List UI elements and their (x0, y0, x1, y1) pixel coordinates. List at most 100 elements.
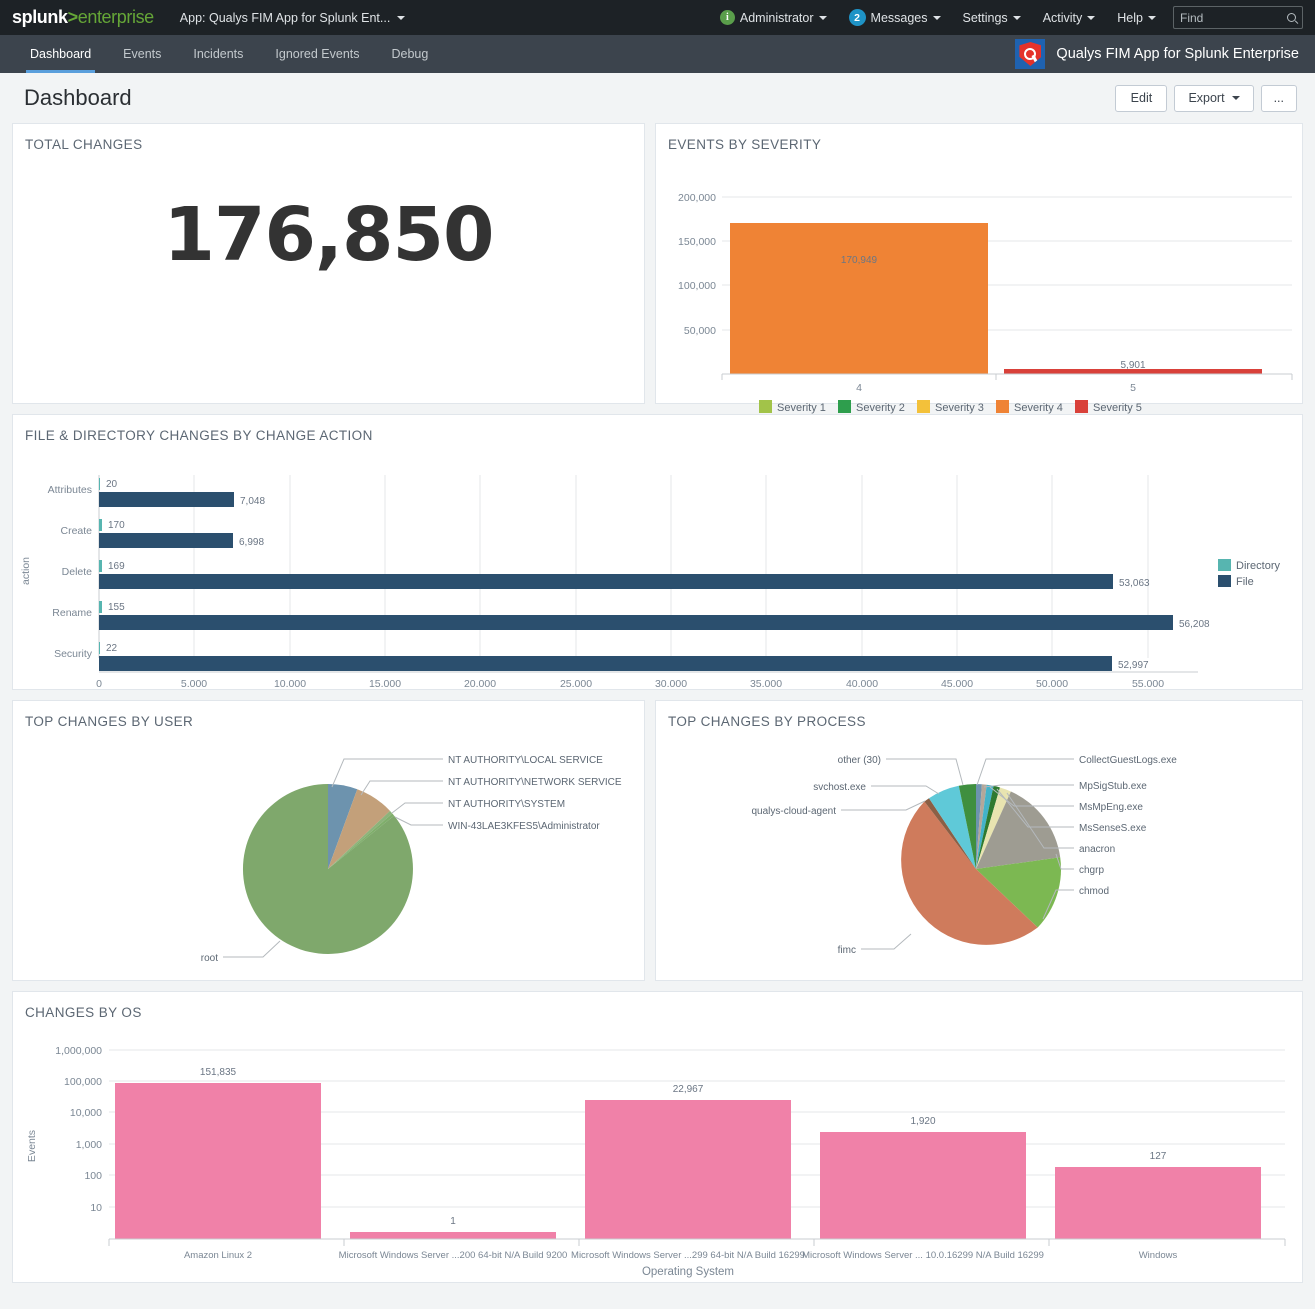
settings-menu[interactable]: Settings (952, 0, 1032, 35)
legend-label-severity-1[interactable]: Severity 1 (777, 402, 826, 414)
chart-file-directory-changes[interactable]: action Attributes 20 7,048 Create 170 6,… (13, 443, 1302, 687)
bar-amazon-linux-2[interactable] (115, 1083, 321, 1239)
page-header: Dashboard Edit Export ... (0, 73, 1315, 123)
qualys-logo-icon (1015, 39, 1045, 69)
bar-value-directory-security: 22 (106, 643, 118, 654)
xtick-10000: 10,000 (274, 678, 306, 687)
pie-label-network-service[interactable]: NT AUTHORITY\NETWORK SERVICE (448, 777, 622, 788)
nav-item-dashboard[interactable]: Dashboard (14, 35, 107, 73)
bar-value-windows-server-10-16299: 1,920 (910, 1116, 935, 1127)
pie-label-chgrp[interactable]: chgrp (1079, 865, 1104, 876)
legend-label-directory[interactable]: Directory (1236, 560, 1281, 572)
edit-label: Edit (1131, 91, 1153, 105)
pie-label-system[interactable]: NT AUTHORITY\SYSTEM (448, 799, 565, 810)
pie-label-root[interactable]: root (201, 953, 218, 964)
bar-file-security[interactable] (99, 656, 1112, 671)
bar-severity-4[interactable] (730, 223, 988, 374)
chart-top-changes-by-user[interactable]: NT AUTHORITY\LOCAL SERVICE NT AUTHORITY\… (13, 729, 644, 978)
ytick-10: 10 (90, 1202, 102, 1214)
xtick-50000: 50,000 (1036, 678, 1068, 687)
pie-label-mssenses[interactable]: MsSenseS.exe (1079, 823, 1147, 834)
chevron-down-icon (1087, 16, 1095, 20)
pie-label-collectguestlogs[interactable]: CollectGuestLogs.exe (1079, 755, 1177, 766)
nav-item-ignored-events[interactable]: Ignored Events (259, 35, 375, 73)
bar-windows[interactable] (1055, 1167, 1261, 1239)
chevron-down-icon (1148, 16, 1156, 20)
bar-value-directory-rename: 155 (108, 602, 125, 613)
bar-directory-create[interactable] (99, 519, 102, 531)
nav-item-events[interactable]: Events (107, 35, 177, 73)
xtick-20000: 20,000 (464, 678, 496, 687)
ytick-1000000: 1,000,000 (55, 1045, 102, 1057)
bar-value-file-delete: 53,063 (1119, 578, 1150, 589)
logo-splunk-text: splunk (12, 7, 68, 28)
find-placeholder-label: Find (1180, 11, 1203, 25)
ytick-50000: 50,000 (684, 325, 716, 337)
total-changes-value[interactable]: 176,850 (13, 192, 644, 278)
bar-directory-attributes[interactable] (99, 478, 100, 490)
ytick-delete: Delete (62, 566, 93, 578)
legend-label-severity-3[interactable]: Severity 3 (935, 402, 984, 414)
pie-label-msmpeng[interactable]: MsMpEng.exe (1079, 802, 1143, 813)
bar-value-file-rename: 56,208 (1179, 619, 1210, 630)
chevron-down-icon (933, 16, 941, 20)
bar-windows-server-9200[interactable] (350, 1232, 556, 1239)
nav-item-incidents[interactable]: Incidents (177, 35, 259, 73)
legend-swatch-severity-1 (759, 400, 772, 413)
activity-menu[interactable]: Activity (1032, 0, 1107, 35)
dashboard-row-4: CHANGES BY OS 1,000,000 100,000 10,000 1… (12, 991, 1303, 1283)
app-brand-label: Qualys FIM App for Splunk Enterprise (1056, 46, 1299, 62)
edit-button[interactable]: Edit (1115, 85, 1167, 112)
ytick-100000: 100,000 (64, 1076, 102, 1088)
bar-file-attributes[interactable] (99, 492, 234, 507)
bar-windows-server-16299-64bit[interactable] (585, 1100, 791, 1239)
pie-label-anacron[interactable]: anacron (1079, 844, 1115, 855)
legend-label-severity-5[interactable]: Severity 5 (1093, 402, 1142, 414)
pie-label-mpsigstub[interactable]: MpSigStub.exe (1079, 781, 1147, 792)
export-button[interactable]: Export (1174, 85, 1253, 112)
legend-label-file[interactable]: File (1236, 576, 1254, 588)
bar-value-severity-5: 5,901 (1120, 360, 1145, 371)
nav-item-debug[interactable]: Debug (376, 35, 445, 73)
bar-value-windows: 127 (1150, 1151, 1167, 1162)
pie-label-other[interactable]: other (30) (838, 755, 881, 766)
bar-file-create[interactable] (99, 533, 233, 548)
bar-value-file-attributes: 7,048 (240, 496, 265, 507)
bar-file-delete[interactable] (99, 574, 1113, 589)
xtick-35000: 35,000 (750, 678, 782, 687)
more-options-button[interactable]: ... (1261, 85, 1297, 112)
messages-count-badge: 2 (849, 9, 866, 26)
bar-file-rename[interactable] (99, 615, 1173, 630)
pie-label-fimc[interactable]: fimc (838, 945, 856, 956)
legend-label-severity-4[interactable]: Severity 4 (1014, 402, 1063, 414)
bar-value-file-create: 6,998 (239, 537, 264, 548)
chevron-down-icon (1013, 16, 1021, 20)
ytick-100000: 100,000 (678, 280, 716, 292)
nav-label: Dashboard (30, 47, 91, 61)
bar-windows-server-10-16299[interactable] (820, 1132, 1026, 1239)
pie-label-chmod[interactable]: chmod (1079, 886, 1109, 897)
bar-directory-rename[interactable] (99, 601, 102, 613)
pie-label-svchost[interactable]: svchost.exe (813, 782, 866, 793)
chart-events-by-severity[interactable]: 200,000 150,000 100,000 50,000 170,949 5… (656, 152, 1302, 401)
splunk-logo[interactable]: splunk>enterprise (12, 7, 154, 28)
app-selector[interactable]: App: Qualys FIM App for Splunk Ent... (180, 11, 406, 25)
chart-top-changes-by-process[interactable]: CollectGuestLogs.exe MpSigStub.exe MsMpE… (656, 729, 1302, 978)
bar-directory-delete[interactable] (99, 560, 102, 572)
dashboard-row-1: TOTAL CHANGES 176,850 EVENTS BY SEVERITY… (12, 123, 1303, 404)
legend-label-severity-2[interactable]: Severity 2 (856, 402, 905, 414)
find-search-input[interactable]: Find (1173, 6, 1303, 29)
administrator-menu[interactable]: i Administrator (709, 0, 838, 35)
pie-label-administrator[interactable]: WIN-43LAE3KFES5\Administrator (448, 821, 600, 832)
leader-line-qualys-cloud-agent (841, 801, 925, 810)
chart-changes-by-os[interactable]: 1,000,000 100,000 10,000 1,000 100 10 Ev… (13, 1020, 1302, 1280)
help-menu[interactable]: Help (1106, 0, 1167, 35)
messages-menu[interactable]: 2 Messages (838, 0, 952, 35)
bar-value-amazon-linux-2: 151,835 (200, 1067, 237, 1078)
pie-label-local-service[interactable]: NT AUTHORITY\LOCAL SERVICE (448, 755, 603, 766)
panel-title-events-by-severity: EVENTS BY SEVERITY (656, 124, 1302, 152)
bar-value-windows-server-9200: 1 (450, 1216, 456, 1227)
xtick-windows-server-16299-64bit: Microsoft Windows Server ...299 64-bit N… (571, 1250, 805, 1261)
pie-label-qualys-cloud-agent[interactable]: qualys-cloud-agent (752, 806, 837, 817)
bar-directory-security[interactable] (99, 642, 100, 654)
